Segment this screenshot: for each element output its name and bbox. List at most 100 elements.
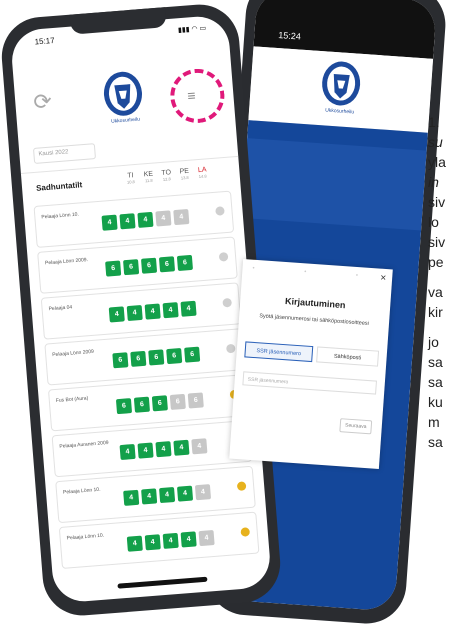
player-list: Pelaaja Lönn 10. 4 4 4 4 4 Pelaaja Lönn 2009. 6… xyxy=(33,190,260,573)
attendance-boxes: 66666 xyxy=(105,251,196,277)
attendance-box[interactable]: 4 xyxy=(141,488,158,505)
attendance-box[interactable]: 4 xyxy=(126,304,143,322)
login-modal: • • • × Kirjautuminen Syötä jäsennumeros… xyxy=(229,259,393,469)
day-date: 14.8 xyxy=(198,173,207,180)
attendance-box[interactable]: 4 xyxy=(137,211,154,228)
player-name: Pelaaja Auranen 2009 xyxy=(59,439,109,450)
player-name: Fus Bot (Aura) xyxy=(55,395,89,404)
player-name: Pelaaja Lönn 10. xyxy=(41,211,80,221)
attendance-box[interactable]: 6 xyxy=(187,392,204,409)
instruction-fragment: siv xyxy=(428,234,446,250)
attendance-box[interactable]: 4 xyxy=(108,306,125,323)
status-yellow-icon xyxy=(236,481,247,491)
attendance-box[interactable]: 4 xyxy=(173,439,190,456)
member-number-field[interactable]: SSR jäsennumero xyxy=(242,371,377,395)
attendance-box[interactable]: 6 xyxy=(166,347,183,365)
attendance-box[interactable]: 4 xyxy=(155,441,172,458)
instruction-fragment: sa xyxy=(428,434,443,450)
signal-icon: ▮▮▮ ◠ ▭ xyxy=(177,25,207,35)
status-grey-icon xyxy=(222,297,233,308)
attendance-box[interactable]: 4 xyxy=(126,535,143,552)
attendance-box[interactable]: 6 xyxy=(123,259,140,276)
status-grey-icon xyxy=(215,206,225,216)
attendance-box[interactable]: 4 xyxy=(198,529,215,547)
modal-subtitle: Syötä jäsennumerosi tai sähköpostiosoitt… xyxy=(259,313,370,327)
instruction-fragment: m xyxy=(428,414,440,430)
attendance-boxes: 44444 xyxy=(119,434,210,461)
attendance-boxes: 44444 xyxy=(108,296,199,323)
close-icon[interactable]: × xyxy=(380,273,387,284)
club-logo-icon[interactable] xyxy=(101,69,144,118)
attendance-box[interactable]: 6 xyxy=(176,254,194,271)
table-title: Sadhuntatilt xyxy=(35,180,83,193)
instruction-fragment: su xyxy=(428,134,443,150)
back-phone-logo-label: Ukkosurheilu xyxy=(325,107,355,116)
attendance-box[interactable]: 4 xyxy=(162,532,179,549)
attendance-box[interactable]: 6 xyxy=(115,398,133,415)
attendance-box[interactable]: 4 xyxy=(155,210,172,227)
attendance-box[interactable]: 4 xyxy=(144,303,161,320)
day-thu: TO 12.8 xyxy=(157,169,176,182)
instruction-fragment: jo xyxy=(428,334,439,350)
day-date: 10.8 xyxy=(126,179,135,185)
instruction-fragment: sa xyxy=(428,374,443,390)
back-phone-banner xyxy=(241,138,427,231)
attendance-box[interactable]: 4 xyxy=(194,484,212,501)
logo-label: Ukkosurheilu xyxy=(110,116,141,125)
next-button[interactable]: Seuraava xyxy=(339,418,373,435)
player-name: Pelaaja Lönn 10. xyxy=(62,486,101,496)
attendance-box[interactable]: 4 xyxy=(119,443,136,461)
attendance-box[interactable]: 4 xyxy=(144,534,161,551)
instruction-fragment: siv xyxy=(428,194,446,210)
attendance-box[interactable]: 6 xyxy=(133,396,150,413)
player-name: Pelaaja Lönn 10. xyxy=(66,532,105,542)
status-yellow-icon xyxy=(240,527,251,537)
attendance-box[interactable]: 6 xyxy=(148,349,165,366)
attendance-box[interactable]: 6 xyxy=(169,393,186,410)
attendance-box[interactable]: 6 xyxy=(112,352,129,369)
attendance-box[interactable]: 6 xyxy=(130,350,147,367)
instruction-fragment: kir xyxy=(428,304,443,320)
attendance-box[interactable]: 4 xyxy=(176,485,194,502)
attendance-box[interactable]: 4 xyxy=(159,486,176,504)
day-wed: KE 11.8 xyxy=(139,170,158,184)
attendance-box[interactable]: 4 xyxy=(180,300,197,317)
attendance-boxes: 66666 xyxy=(115,388,207,415)
instruction-fragment: yla xyxy=(428,154,446,170)
instruction-fragment: in xyxy=(428,174,439,190)
season-select[interactable]: Kausi 2022 xyxy=(32,143,97,164)
club-logo-icon xyxy=(322,61,361,106)
player-name: Pelaaja Lönn 2009. xyxy=(44,257,89,267)
attendance-boxes: 66666 xyxy=(112,342,203,369)
tab-member-number[interactable]: SSR jäsennumero xyxy=(244,341,314,363)
instruction-fragment: ku xyxy=(428,394,443,410)
instruction-fragment: lo xyxy=(428,214,439,230)
attendance-box[interactable]: 6 xyxy=(184,346,201,363)
attendance-box[interactable]: 4 xyxy=(191,438,208,455)
day-tue: TI 10.8 xyxy=(121,172,140,185)
day-fri: PE 13.8 xyxy=(175,167,194,181)
day-date: 11.8 xyxy=(144,177,153,184)
player-name: Pelaaja Lönn 2009 xyxy=(52,348,95,359)
attendance-box[interactable]: 6 xyxy=(158,256,176,273)
instruction-fragment: pe xyxy=(428,254,444,270)
attendance-box[interactable]: 6 xyxy=(105,260,122,277)
attendance-box[interactable]: 4 xyxy=(173,208,190,226)
attendance-box[interactable]: 6 xyxy=(140,257,158,274)
back-phone-status-time: 15:24 xyxy=(278,30,302,42)
attendance-box[interactable]: 4 xyxy=(101,214,118,231)
attendance-box[interactable]: 6 xyxy=(151,395,168,412)
instruction-fragment: 1. xyxy=(428,114,440,130)
attendance-box[interactable]: 4 xyxy=(162,302,179,319)
refresh-icon[interactable]: ⟳ xyxy=(32,88,52,115)
instruction-fragment: sa xyxy=(428,354,443,370)
attendance-box[interactable]: 4 xyxy=(180,531,197,548)
attendance-boxes: 44444 xyxy=(123,480,214,506)
day-sat: LA 14.8 xyxy=(193,166,212,179)
day-date: 13.8 xyxy=(180,174,189,181)
tab-email[interactable]: Sähköposti xyxy=(316,346,380,367)
attendance-box[interactable]: 4 xyxy=(119,213,136,230)
attendance-box[interactable]: 4 xyxy=(123,489,140,506)
instruction-fragment: va xyxy=(428,284,443,300)
attendance-box[interactable]: 4 xyxy=(137,442,154,459)
